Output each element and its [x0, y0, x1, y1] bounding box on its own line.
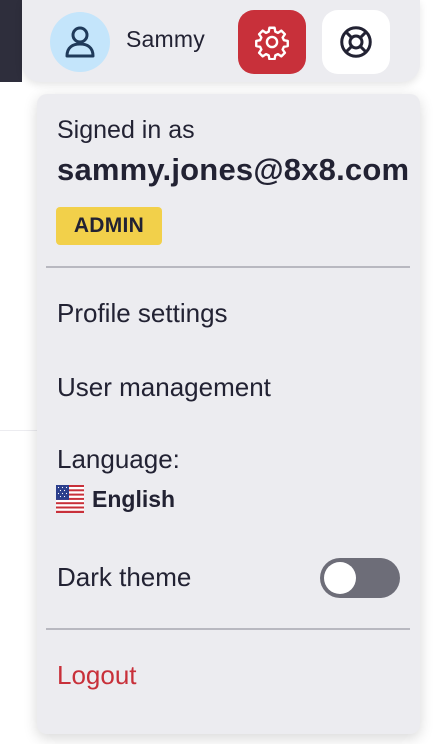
- background-divider: [0, 430, 40, 431]
- app-sidebar-edge: [0, 0, 22, 82]
- user-menu: Signed in as sammy.jones@8x8.com ADMIN P…: [37, 94, 420, 734]
- page: Sammy Signed in as sammy.jones@8x8.com A…: [0, 0, 446, 744]
- signed-in-label: Signed in as: [57, 116, 195, 144]
- language-value: English: [92, 485, 176, 512]
- dark-theme-label: Dark theme: [57, 562, 192, 592]
- language-label: Language:: [57, 444, 180, 474]
- dark-theme-toggle[interactable]: [320, 558, 400, 598]
- user-header: Sammy: [22, 0, 420, 82]
- settings-button[interactable]: [238, 10, 306, 74]
- role-badge: ADMIN: [56, 207, 162, 245]
- user-icon: [65, 26, 95, 58]
- user-email: sammy.jones@8x8.com: [57, 152, 410, 187]
- avatar[interactable]: [50, 12, 110, 72]
- toggle-knob: [324, 562, 356, 594]
- profile-settings-item[interactable]: Profile settings: [57, 298, 228, 329]
- menu-divider-bottom: [46, 628, 410, 630]
- user-management-item[interactable]: User management: [57, 372, 271, 403]
- lifebuoy-icon: [340, 26, 372, 58]
- logout-item[interactable]: Logout: [57, 660, 137, 691]
- language-selector[interactable]: English: [56, 485, 175, 513]
- gear-icon: [255, 26, 289, 60]
- us-flag-icon: [56, 485, 84, 513]
- user-name[interactable]: Sammy: [126, 26, 205, 53]
- menu-divider: [46, 266, 410, 268]
- help-button[interactable]: [322, 10, 390, 74]
